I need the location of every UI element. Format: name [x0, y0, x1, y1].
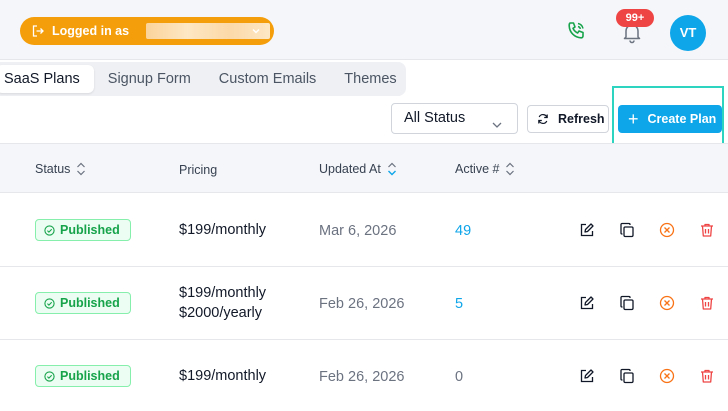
status-filter-select[interactable]: All Status — [391, 103, 518, 134]
delete-icon[interactable] — [699, 222, 715, 238]
updated-at-cell: Feb 26, 2026 — [319, 369, 405, 385]
tab-signup-form[interactable]: Signup Form — [94, 65, 205, 93]
settings-tabs: SaaS Plans Signup Form Custom Emails The… — [0, 62, 406, 96]
copy-icon[interactable] — [619, 368, 635, 384]
edit-icon[interactable] — [579, 295, 595, 311]
table-row: Published $199/monthly $2000/yearly Feb … — [0, 267, 728, 340]
updated-at-cell: Mar 6, 2026 — [319, 223, 397, 239]
status-badge: Published — [35, 292, 131, 314]
top-bar: Logged in as 99+ VT — [0, 0, 728, 60]
check-circle-icon — [44, 224, 55, 236]
active-count-link[interactable]: 5 — [455, 296, 463, 312]
table-header: Status Pricing Updated At Active # — [0, 143, 728, 193]
tab-custom-emails[interactable]: Custom Emails — [205, 65, 331, 93]
sort-icon[interactable] — [76, 161, 86, 177]
phone-icon[interactable] — [565, 20, 587, 42]
refresh-label: Refresh — [558, 112, 605, 126]
edit-icon[interactable] — [579, 368, 595, 384]
edit-icon[interactable] — [579, 222, 595, 238]
chevron-down-icon — [250, 25, 262, 37]
refresh-icon — [537, 113, 549, 125]
user-avatar[interactable]: VT — [670, 15, 706, 51]
chevron-down-icon — [491, 113, 503, 128]
logout-icon — [32, 25, 44, 37]
create-plan-button[interactable]: + Create Plan — [618, 105, 722, 133]
pricing-cell: $199/monthly $2000/yearly — [179, 285, 267, 321]
active-count: 0 — [455, 369, 464, 385]
copy-icon[interactable] — [619, 222, 635, 238]
notification-badge: 99+ — [616, 9, 654, 27]
check-circle-icon — [44, 370, 55, 382]
column-header-pricing: Pricing — [179, 163, 218, 177]
pricing-cell: $199/monthly — [179, 368, 267, 384]
sort-icon[interactable] — [387, 161, 397, 177]
status-badge: Published — [35, 365, 131, 387]
column-header-status[interactable]: Status — [35, 161, 86, 177]
tab-themes[interactable]: Themes — [330, 65, 410, 93]
sort-icon[interactable] — [505, 161, 515, 177]
check-circle-icon — [44, 297, 55, 309]
refresh-button[interactable]: Refresh — [527, 105, 609, 133]
deactivate-icon[interactable] — [659, 368, 675, 384]
logged-in-as-dropdown[interactable]: Logged in as — [20, 17, 274, 45]
status-badge: Published — [35, 219, 131, 241]
tab-saas-plans[interactable]: SaaS Plans — [0, 65, 94, 93]
pricing-cell: $199/monthly — [179, 222, 267, 238]
delete-icon[interactable] — [699, 295, 715, 311]
status-filter-value: All Status — [404, 110, 466, 126]
table-row: Published $199/monthly Feb 26, 2026 0 — [0, 340, 728, 411]
active-count-link[interactable]: 49 — [455, 223, 471, 239]
updated-at-cell: Feb 26, 2026 — [319, 296, 405, 312]
create-plan-label: Create Plan — [647, 112, 717, 126]
delete-icon[interactable] — [699, 368, 715, 384]
column-header-updated-at[interactable]: Updated At — [319, 161, 397, 177]
column-header-active[interactable]: Active # — [455, 161, 515, 177]
copy-icon[interactable] — [619, 295, 635, 311]
logged-in-label: Logged in as — [52, 24, 130, 38]
plus-icon: + — [628, 109, 639, 129]
deactivate-icon[interactable] — [659, 222, 675, 238]
deactivate-icon[interactable] — [659, 295, 675, 311]
table-row: Published $199/monthly Mar 6, 2026 49 — [0, 194, 728, 267]
